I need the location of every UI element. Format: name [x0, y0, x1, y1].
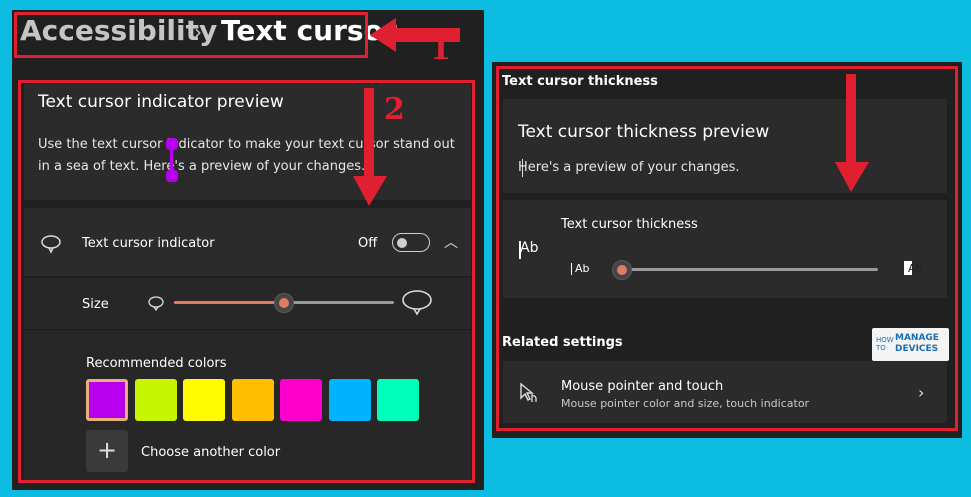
annotation-number-1: 1	[430, 32, 451, 67]
annotation-box-indicator	[18, 80, 475, 483]
annotation-box-breadcrumb	[14, 12, 368, 58]
annotation-box-thickness	[496, 66, 958, 431]
annotation-arrow-1	[370, 18, 460, 52]
annotation-number-2: 2	[384, 92, 405, 127]
annotation-arrow-3	[835, 74, 869, 192]
